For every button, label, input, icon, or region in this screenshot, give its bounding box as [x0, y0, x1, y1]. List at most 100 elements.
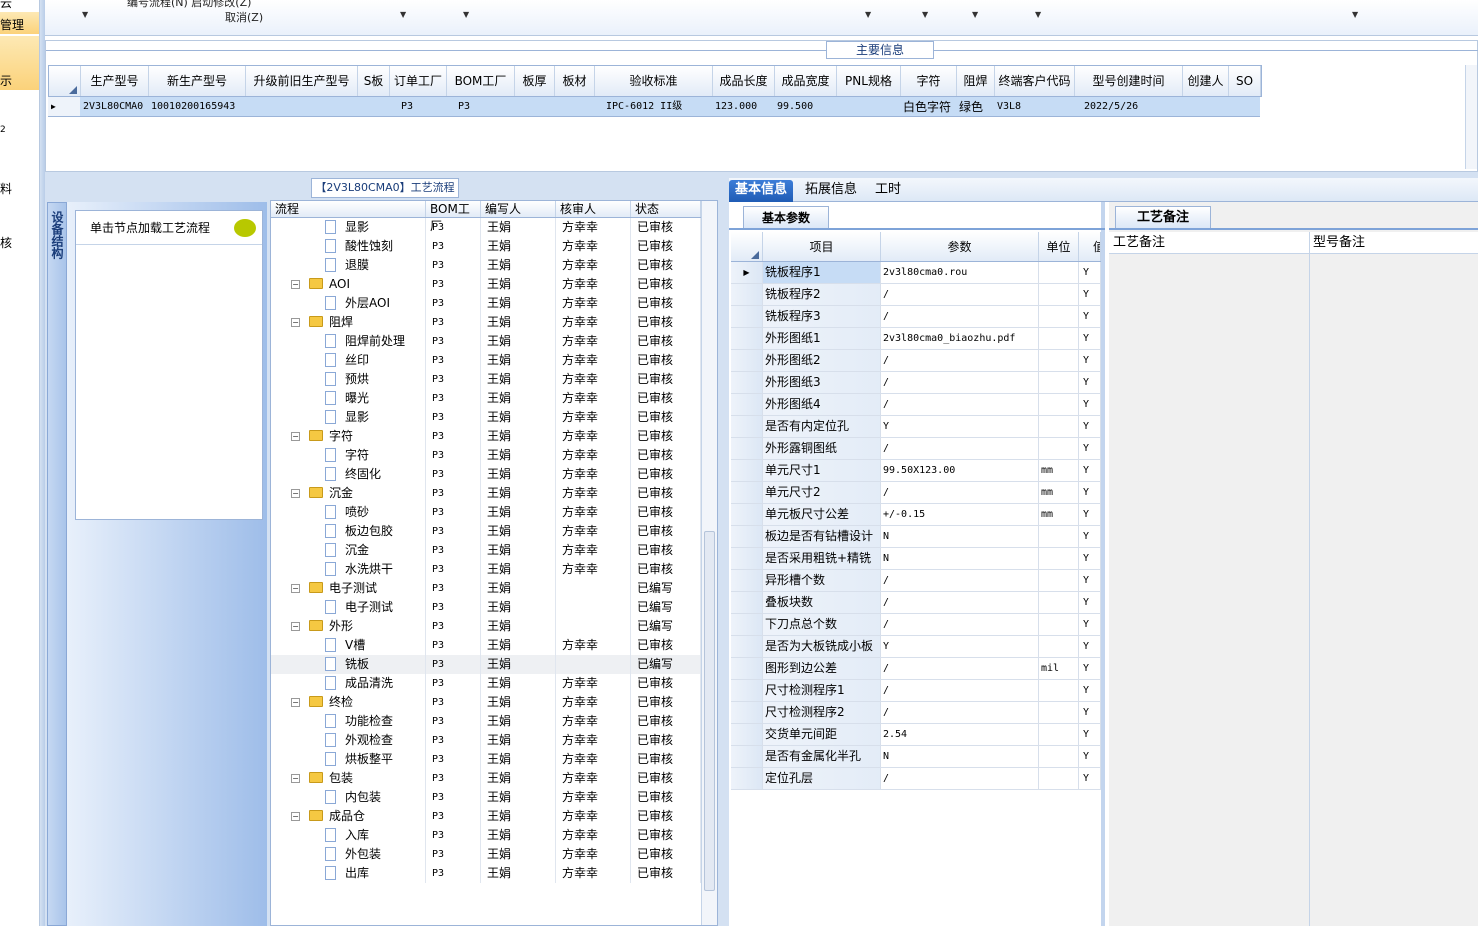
tree-cell[interactable]: 方幸幸 — [556, 370, 631, 389]
tree-cell[interactable]: P3 — [426, 731, 481, 750]
tree-row[interactable]: 铣板 P3 王娟 已编写 — [271, 655, 701, 674]
tree-cell[interactable]: 方幸幸 — [556, 712, 631, 731]
tree-cell[interactable]: 已审核 — [631, 218, 701, 237]
tree-cell[interactable]: 王娟 — [481, 389, 556, 408]
param-flag[interactable]: Y — [1079, 526, 1101, 547]
param-value[interactable]: +/-0.15 — [881, 504, 1039, 525]
col-header[interactable]: 订单工厂 — [390, 66, 447, 96]
param-unit[interactable] — [1039, 350, 1079, 371]
param-unit[interactable] — [1039, 636, 1079, 657]
col-header[interactable]: 流程 — [271, 201, 426, 217]
param-item[interactable]: 铣板程序2 — [763, 284, 881, 305]
param-item[interactable]: 单元尺寸1 — [763, 460, 881, 481]
grid-corner[interactable] — [731, 232, 763, 261]
param-unit[interactable] — [1039, 724, 1079, 745]
param-item[interactable]: 是否有金属化半孔 — [763, 746, 881, 767]
tree-cell[interactable]: P3 — [426, 351, 481, 370]
tree-cell[interactable]: 已编写 — [631, 617, 701, 636]
param-unit[interactable]: mm — [1039, 482, 1079, 503]
param-unit[interactable] — [1039, 592, 1079, 613]
param-unit[interactable] — [1039, 680, 1079, 701]
collapse-icon[interactable]: − — [291, 280, 300, 289]
tree-cell[interactable]: 王娟 — [481, 294, 556, 313]
tree-cell[interactable]: 已审核 — [631, 408, 701, 427]
tree-cell[interactable]: 已审核 — [631, 636, 701, 655]
tree-cell[interactable]: P3 — [426, 332, 481, 351]
param-row[interactable]: 外形图纸1 2v3l80cma0_biaozhu.pdf Y — [731, 328, 1101, 350]
param-item[interactable]: 外形图纸1 — [763, 328, 881, 349]
param-row[interactable]: 尺寸检测程序2/ Y — [731, 702, 1101, 724]
tree-cell[interactable]: 方幸幸 — [556, 237, 631, 256]
col-header[interactable]: 工艺备注 — [1113, 232, 1165, 254]
col-header[interactable]: S板 — [358, 66, 390, 96]
col-header[interactable]: 型号备注 — [1313, 232, 1365, 254]
param-value[interactable]: 2v3l80cma0_biaozhu.pdf — [881, 328, 1039, 349]
tree-row[interactable]: 烘板整平 P3 王娟 方幸幸 已审核 — [271, 750, 701, 769]
tree-cell[interactable]: 已审核 — [631, 864, 701, 883]
tree-cell[interactable]: 王娟 — [481, 256, 556, 275]
param-item[interactable]: 外形露铜图纸 — [763, 438, 881, 459]
tree-cell[interactable]: P3 — [426, 484, 481, 503]
param-value[interactable]: / — [881, 306, 1039, 327]
param-unit[interactable] — [1039, 746, 1079, 767]
param-item[interactable]: 单元板尺寸公差 — [763, 504, 881, 525]
param-item[interactable]: 下刀点总个数 — [763, 614, 881, 635]
param-value[interactable]: / — [881, 768, 1039, 789]
dropdown-arrow-icon[interactable]: ▼ — [1352, 10, 1358, 19]
param-flag[interactable]: Y — [1079, 724, 1101, 745]
tree-row[interactable]: − 字符 P3 王娟 方幸幸 已审核 — [271, 427, 701, 446]
col-header[interactable]: 新生产型号 — [149, 66, 246, 96]
tree-cell[interactable]: P3 — [426, 750, 481, 769]
param-flag[interactable]: Y — [1079, 592, 1101, 613]
col-header[interactable]: 核审人 — [556, 201, 631, 217]
left-nav-item[interactable]: 管理 — [0, 16, 24, 33]
collapse-icon[interactable]: − — [291, 774, 300, 783]
param-value[interactable]: Y — [881, 636, 1039, 657]
param-unit[interactable] — [1039, 702, 1079, 723]
tree-cell[interactable]: P3 — [426, 655, 481, 674]
tree-cell[interactable]: 已审核 — [631, 541, 701, 560]
tree-cell[interactable]: 已审核 — [631, 750, 701, 769]
param-item[interactable]: 外形图纸4 — [763, 394, 881, 415]
collapse-icon[interactable]: − — [291, 698, 300, 707]
param-value[interactable]: / — [881, 284, 1039, 305]
tree-cell[interactable]: 方幸幸 — [556, 522, 631, 541]
param-item[interactable]: 尺寸检测程序1 — [763, 680, 881, 701]
tree-row[interactable]: 字符 P3 王娟 方幸幸 已审核 — [271, 446, 701, 465]
param-row[interactable]: 定位孔层 / Y — [731, 768, 1101, 790]
param-unit[interactable] — [1039, 570, 1079, 591]
tree-cell[interactable]: 方幸幸 — [556, 484, 631, 503]
param-item[interactable]: 异形槽个数 — [763, 570, 881, 591]
param-flag[interactable]: Y — [1079, 548, 1101, 569]
grid-cell[interactable]: 2022/5/26 — [1074, 97, 1182, 116]
tree-cell[interactable]: 方幸幸 — [556, 845, 631, 864]
tree-row[interactable]: 沉金 P3 王娟 方幸幸 已审核 — [271, 541, 701, 560]
tree-row[interactable]: 曝光 P3 王娟 方幸幸 已审核 — [271, 389, 701, 408]
node-load-box[interactable]: 单击节点加载工艺流程 — [75, 210, 263, 520]
collapse-icon[interactable]: − — [291, 812, 300, 821]
param-unit[interactable] — [1039, 614, 1079, 635]
scroll-thumb[interactable] — [704, 531, 715, 891]
param-flag[interactable]: Y — [1079, 570, 1101, 591]
tree-cell[interactable]: P3 — [426, 256, 481, 275]
tree-row[interactable]: 预烘 P3 王娟 方幸幸 已审核 — [271, 370, 701, 389]
tree-cell[interactable]: P3 — [426, 503, 481, 522]
tree-row[interactable]: 酸性蚀刻 P3 王娟 方幸幸 已审核 — [271, 237, 701, 256]
tree-cell[interactable]: 王娟 — [481, 864, 556, 883]
param-value[interactable]: / — [881, 438, 1039, 459]
param-item[interactable]: 是否为大板铣成小板 — [763, 636, 881, 657]
col-header[interactable]: 型号创建时间 — [1075, 66, 1183, 96]
tree-cell[interactable]: 方幸幸 — [556, 788, 631, 807]
tree-cell[interactable]: 已审核 — [631, 332, 701, 351]
tree-cell[interactable]: 王娟 — [481, 237, 556, 256]
param-unit[interactable] — [1039, 284, 1079, 305]
tree-cell[interactable]: P3 — [426, 693, 481, 712]
tree-cell[interactable]: P3 — [426, 636, 481, 655]
col-header[interactable]: PNL规格 — [837, 66, 901, 96]
tree-cell[interactable]: 方幸幸 — [556, 218, 631, 237]
param-value[interactable]: / — [881, 350, 1039, 371]
tree-cell[interactable]: 方幸幸 — [556, 674, 631, 693]
tree-cell[interactable]: 王娟 — [481, 636, 556, 655]
grid-cell[interactable]: 123.000 — [712, 97, 774, 116]
param-row[interactable]: 异形槽个数 / Y — [731, 570, 1101, 592]
